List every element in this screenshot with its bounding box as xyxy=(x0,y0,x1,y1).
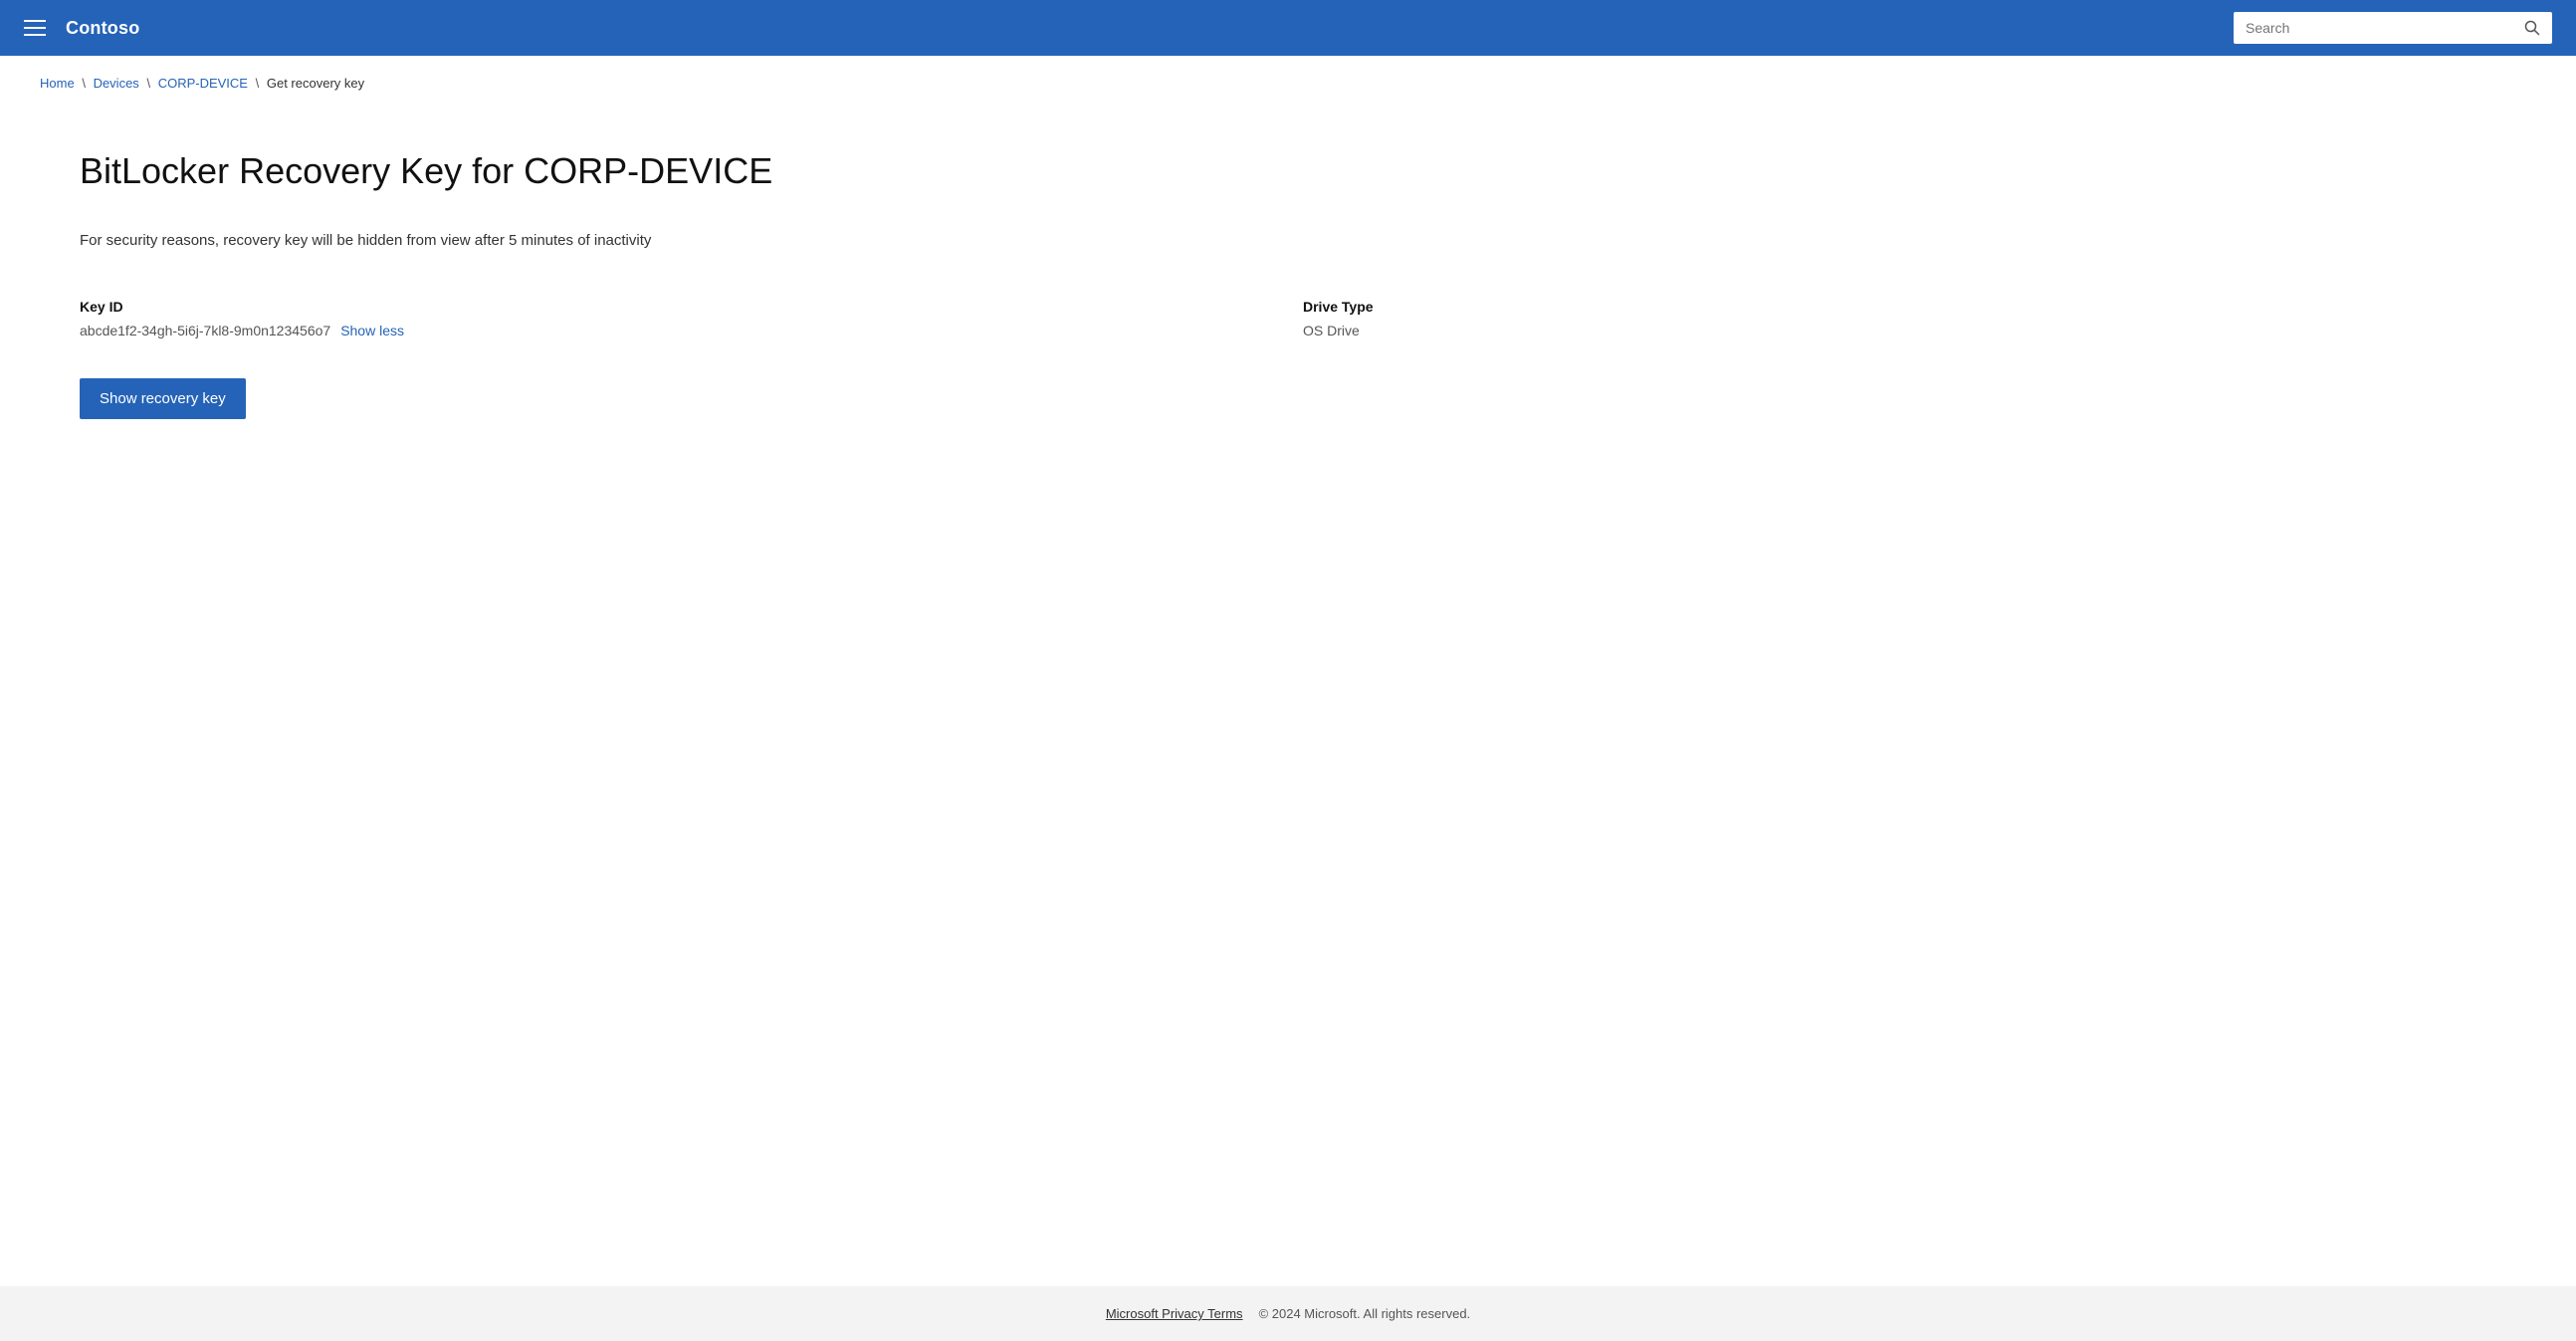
show-recovery-key-button[interactable]: Show recovery key xyxy=(80,378,246,419)
drive-type-value: OS Drive xyxy=(1303,323,2496,338)
breadcrumb-home[interactable]: Home xyxy=(40,76,75,91)
app-title: Contoso xyxy=(66,18,139,39)
search-button[interactable] xyxy=(2512,12,2552,44)
drive-type-item: Drive Type OS Drive xyxy=(1303,299,2496,338)
security-notice: For security reasons, recovery key will … xyxy=(80,232,2496,249)
show-less-link[interactable]: Show less xyxy=(340,323,404,338)
breadcrumb-separator-3: \ xyxy=(256,76,260,91)
search-container xyxy=(2234,12,2552,44)
footer: Microsoft Privacy Terms © 2024 Microsoft… xyxy=(0,1286,2576,1341)
page-title: BitLocker Recovery Key for CORP-DEVICE xyxy=(80,150,2496,192)
breadcrumb-separator-1: \ xyxy=(82,76,86,91)
main-content: BitLocker Recovery Key for CORP-DEVICE F… xyxy=(0,111,2576,1286)
key-id-label: Key ID xyxy=(80,299,1273,315)
breadcrumb: Home \ Devices \ CORP-DEVICE \ Get recov… xyxy=(0,56,2576,111)
search-input[interactable] xyxy=(2234,12,2512,44)
app-header: Contoso xyxy=(0,0,2576,56)
info-grid: Key ID abcde1f2-34gh-5i6j-7kl8-9m0n12345… xyxy=(80,299,2496,338)
breadcrumb-devices[interactable]: Devices xyxy=(94,76,139,91)
footer-copyright: © 2024 Microsoft. All rights reserved. xyxy=(1259,1306,1471,1321)
header-left: Contoso xyxy=(24,18,139,39)
hamburger-menu-icon[interactable] xyxy=(24,20,46,36)
key-id-value: abcde1f2-34gh-5i6j-7kl8-9m0n123456o7 xyxy=(80,323,330,338)
privacy-terms-link[interactable]: Microsoft Privacy Terms xyxy=(1106,1306,1243,1321)
breadcrumb-separator-2: \ xyxy=(146,76,150,91)
drive-type-label: Drive Type xyxy=(1303,299,2496,315)
search-icon xyxy=(2524,20,2540,36)
breadcrumb-device[interactable]: CORP-DEVICE xyxy=(158,76,248,91)
key-id-item: Key ID abcde1f2-34gh-5i6j-7kl8-9m0n12345… xyxy=(80,299,1273,338)
key-id-value-container: abcde1f2-34gh-5i6j-7kl8-9m0n123456o7 Sho… xyxy=(80,323,1273,338)
breadcrumb-current: Get recovery key xyxy=(267,76,364,91)
